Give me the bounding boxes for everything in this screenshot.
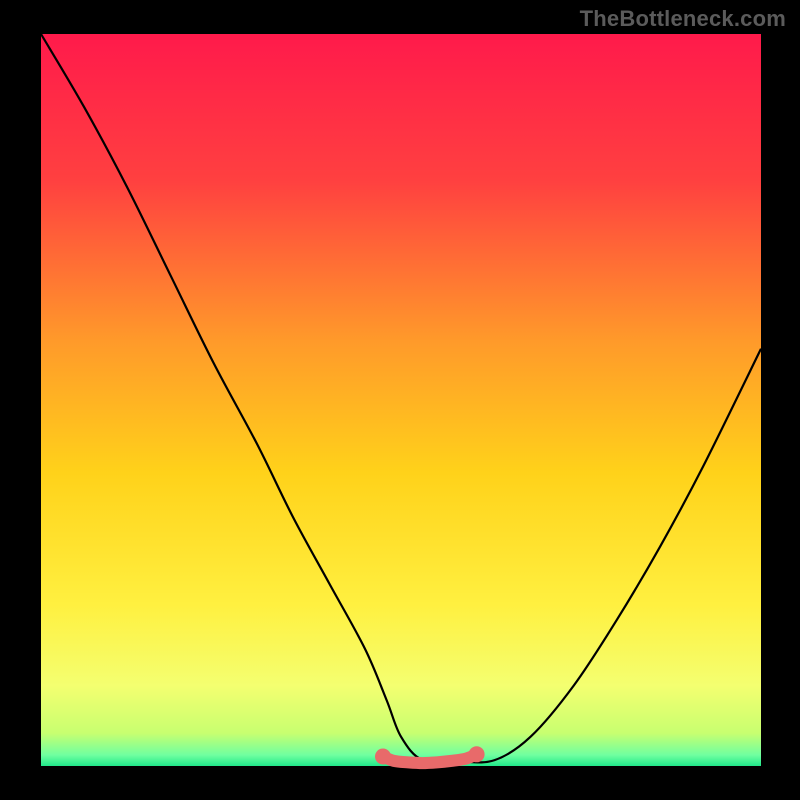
chart-frame: TheBottleneck.com <box>0 0 800 800</box>
valley-end-dot <box>375 748 391 764</box>
valley-end-dot <box>469 746 485 762</box>
chart-background <box>41 34 761 766</box>
bottleneck-chart <box>0 0 800 800</box>
watermark-label: TheBottleneck.com <box>580 6 786 32</box>
